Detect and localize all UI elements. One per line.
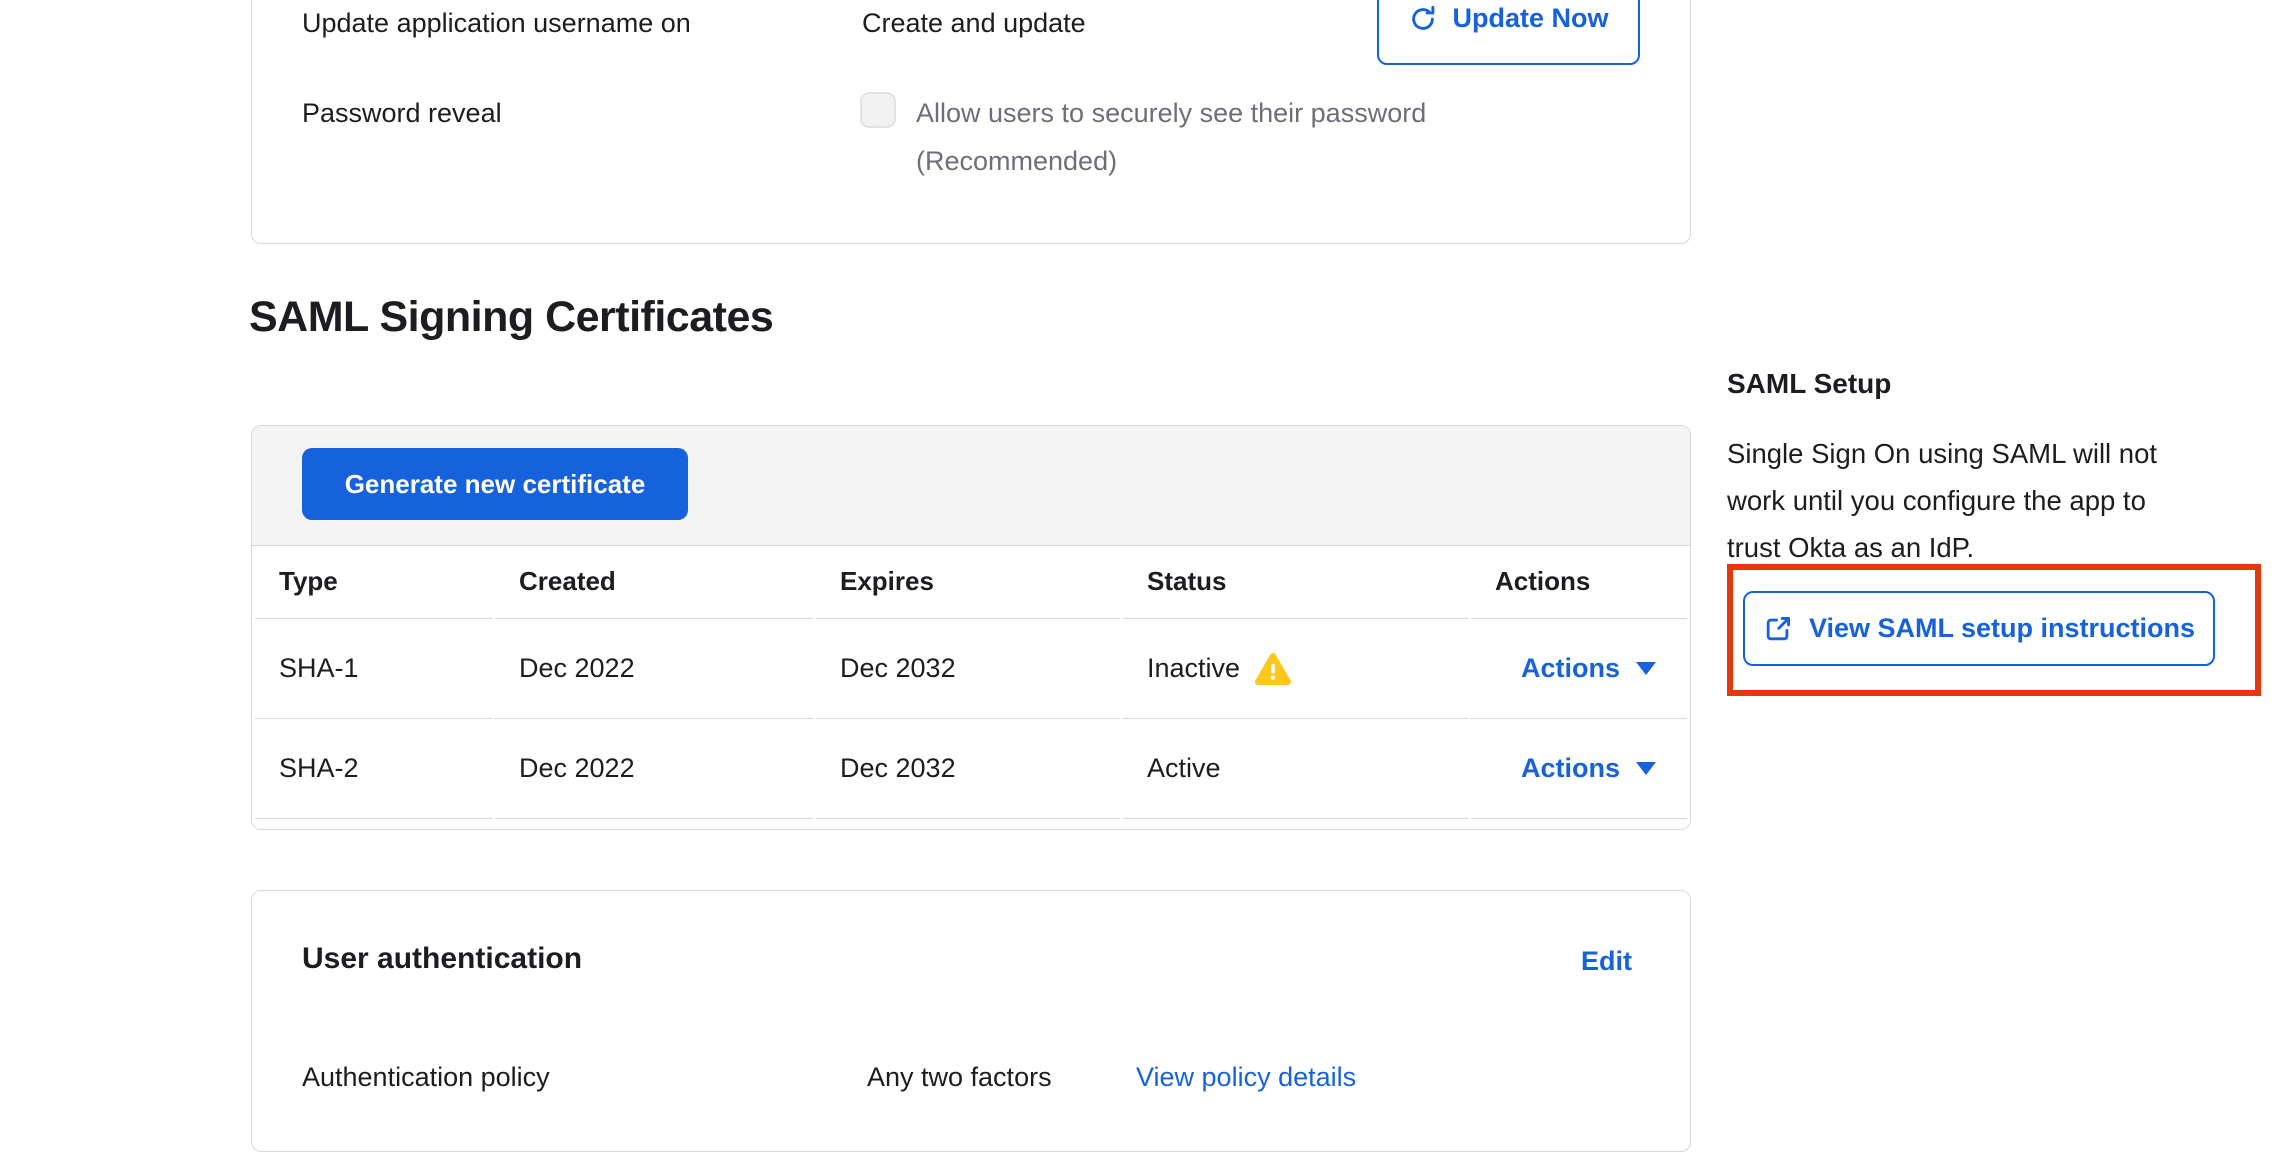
view-saml-instructions-label: View SAML setup instructions (1809, 613, 2195, 644)
cell-status: Active (1123, 718, 1468, 819)
username-update-label: Update application username on (302, 8, 691, 39)
authentication-policy-value: Any two factors (867, 1062, 1052, 1093)
update-now-button[interactable]: Update Now (1377, 0, 1640, 65)
status-text: Inactive (1147, 653, 1240, 684)
cell-expires: Dec 2032 (816, 618, 1120, 718)
user-authentication-card (251, 890, 1691, 1152)
password-reveal-recommended-label: (Recommended) (916, 146, 1117, 177)
cell-created: Dec 2022 (495, 618, 813, 718)
saml-setup-heading: SAML Setup (1727, 368, 1891, 400)
saml-certificates-heading: SAML Signing Certificates (249, 293, 773, 342)
view-policy-details-link[interactable]: View policy details (1136, 1062, 1356, 1093)
generate-certificate-button[interactable]: Generate new certificate (302, 448, 688, 520)
column-header-status: Status (1123, 545, 1468, 618)
cell-status: Inactive (1123, 618, 1468, 718)
table-header-row: Type Created Expires Status Actions (255, 545, 1687, 618)
saml-setup-description-line: Single Sign On using SAML will not (1727, 438, 2157, 470)
update-now-label: Update Now (1452, 3, 1608, 34)
password-reveal-checkbox-label: Allow users to securely see their passwo… (916, 98, 1426, 129)
column-header-actions: Actions (1471, 545, 1687, 618)
cell-type: SHA-2 (255, 718, 492, 819)
column-header-expires: Expires (816, 545, 1120, 618)
column-header-created: Created (495, 545, 813, 618)
table-row: SHA-1 Dec 2022 Dec 2032 Inactive (255, 618, 1687, 718)
cell-actions: Actions (1471, 618, 1687, 718)
warning-icon (1254, 652, 1292, 686)
password-reveal-label: Password reveal (302, 98, 502, 129)
saml-setup-description-line: trust Okta as an IdP. (1727, 532, 1974, 564)
row-actions-dropdown[interactable]: Actions (1495, 753, 1656, 784)
table-row: SHA-2 Dec 2022 Dec 2032 Active Actions (255, 718, 1687, 819)
certificates-table: Type Created Expires Status Actions SHA-… (252, 545, 1690, 819)
cell-type: SHA-1 (255, 618, 492, 718)
password-reveal-checkbox[interactable] (860, 92, 896, 128)
caret-down-icon (1636, 662, 1656, 675)
refresh-icon (1408, 4, 1438, 34)
caret-down-icon (1636, 762, 1656, 775)
user-authentication-heading: User authentication (302, 942, 582, 976)
view-saml-instructions-button[interactable]: View SAML setup instructions (1743, 591, 2215, 666)
saml-setup-description-line: work until you configure the app to (1727, 485, 2146, 517)
column-header-type: Type (255, 545, 492, 618)
cell-created: Dec 2022 (495, 718, 813, 819)
username-update-value: Create and update (862, 8, 1086, 39)
cell-actions: Actions (1471, 718, 1687, 819)
authentication-policy-label: Authentication policy (302, 1062, 550, 1093)
external-link-icon (1763, 613, 1794, 644)
row-actions-dropdown[interactable]: Actions (1495, 653, 1656, 684)
page-canvas: Update application username on Create an… (0, 0, 2279, 1158)
cell-expires: Dec 2032 (816, 718, 1120, 819)
edit-link[interactable]: Edit (1581, 946, 1632, 977)
status-text: Active (1147, 753, 1221, 784)
